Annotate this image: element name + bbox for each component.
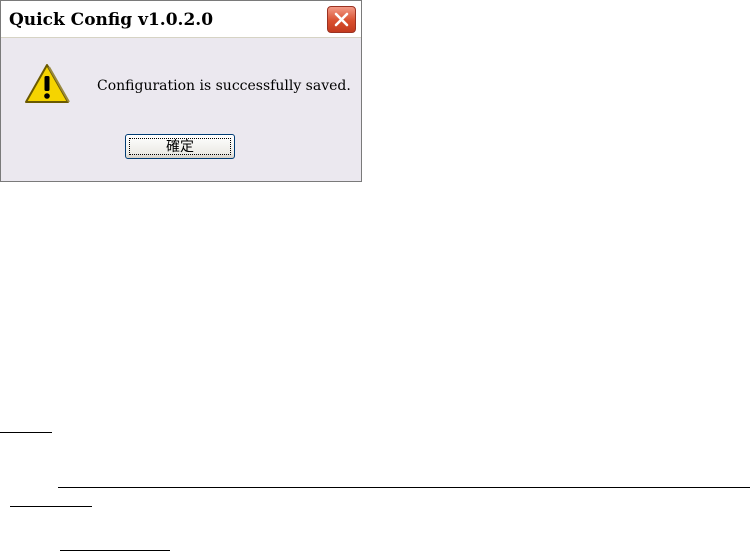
ok-button[interactable]: 確定 [125, 134, 235, 159]
document-underline-2 [58, 487, 750, 488]
dialog-body: Configuration is successfully saved. 確定 [1, 38, 361, 181]
dialog-message: Configuration is successfully saved. [97, 78, 351, 94]
document-underline-3 [10, 506, 92, 507]
close-button[interactable] [327, 6, 356, 33]
dialog-title: Quick Config v1.0.2.0 [9, 10, 214, 30]
message-dialog: Quick Config v1.0.2.0 Configuration is s… [0, 0, 362, 182]
warning-icon [25, 64, 70, 103]
close-icon [334, 12, 349, 27]
document-underline-1 [0, 432, 52, 433]
ok-button-label: 確定 [166, 138, 194, 155]
title-bar[interactable]: Quick Config v1.0.2.0 [1, 1, 361, 38]
document-underline-4 [60, 550, 170, 551]
